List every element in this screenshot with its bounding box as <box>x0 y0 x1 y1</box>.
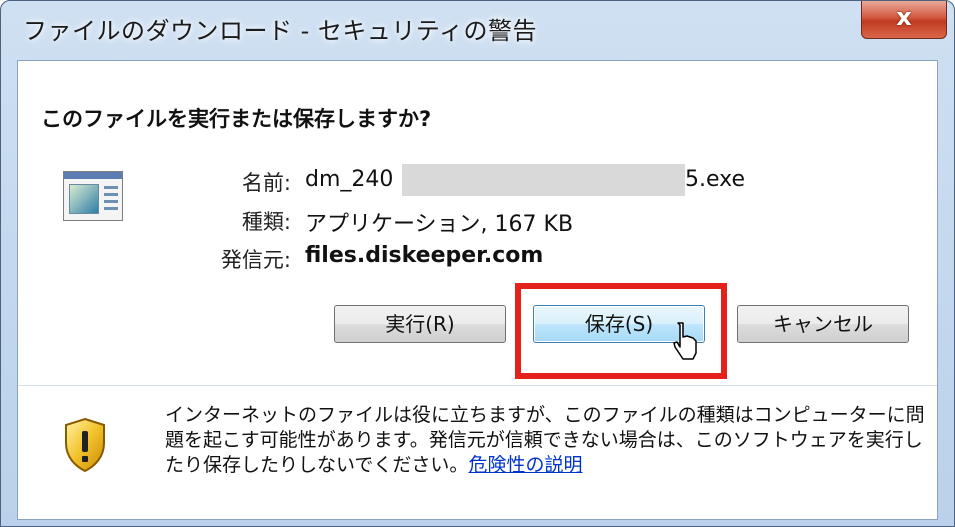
download-dialog-window: ファイルのダウンロード - セキュリティの警告 x このファイルを実行または保存… <box>0 0 955 527</box>
window-title: ファイルのダウンロード - セキュリティの警告 <box>23 17 537 45</box>
mouse-pointer-icon <box>673 322 697 360</box>
security-warning-text: インターネットのファイルは役に立ちますが、このファイルの種類はコンピューターに問… <box>165 403 925 478</box>
separator-line <box>18 385 937 386</box>
file-name-prefix: dm_240 <box>305 167 394 192</box>
name-label: 名前: <box>241 171 291 195</box>
close-icon: x <box>896 3 912 31</box>
dialog-question: このファイルを実行または保存しますか? <box>41 107 432 131</box>
from-value: files.diskeeper.com <box>305 243 544 268</box>
file-type-value: アプリケーション, 167 KB <box>305 212 574 237</box>
from-label: 発信元: <box>220 248 291 272</box>
type-label: 種類: <box>241 210 291 234</box>
title-bar[interactable]: ファイルのダウンロード - セキュリティの警告 x <box>1 1 954 59</box>
file-name-suffix: 5.exe <box>685 167 746 192</box>
close-button[interactable]: x <box>861 1 947 39</box>
shield-warning-icon <box>65 417 105 473</box>
cancel-button[interactable]: キャンセル <box>737 305 909 343</box>
application-window-icon <box>63 171 123 221</box>
risk-explanation-link[interactable]: 危険性の説明 <box>468 454 582 476</box>
redacted-filename-block <box>402 164 685 196</box>
run-button[interactable]: 実行(R) <box>334 305 506 343</box>
